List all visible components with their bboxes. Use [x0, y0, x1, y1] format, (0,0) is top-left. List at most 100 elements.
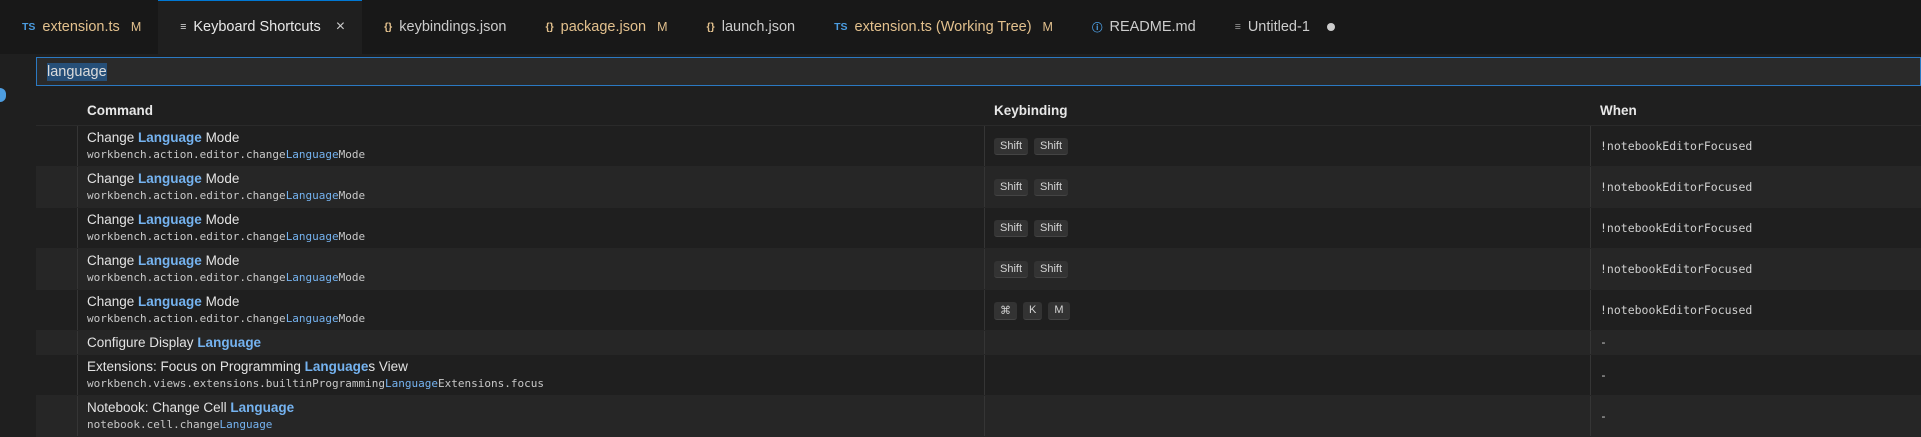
column-divider [1590, 249, 1591, 289]
file-type-icon: ≡ [1234, 21, 1241, 33]
table-row[interactable]: Change Language Mode workbench.action.edi… [36, 290, 1921, 331]
command-title-text: s View [368, 359, 408, 374]
keybinding: ⌘ K M [994, 302, 1070, 320]
git-status-badge: M [130, 20, 142, 34]
search-match-highlight: Language [138, 130, 202, 145]
table-row[interactable]: Change Language Mode workbench.action.edi… [36, 126, 1921, 167]
when-clause: - [1600, 335, 1607, 349]
column-divider [77, 249, 78, 289]
column-header-when[interactable]: When [1600, 103, 1637, 118]
table-row[interactable]: Change Language Mode workbench.action.edi… [36, 167, 1921, 208]
command-title: Change Language Mode [87, 253, 239, 268]
when-clause: !notebookEditorFocused [1600, 262, 1753, 276]
tab-label: keybindings.json [399, 19, 507, 35]
command-title-text: Change [87, 253, 139, 268]
column-header-command[interactable]: Command [87, 103, 153, 118]
search-input[interactable]: language [36, 57, 1921, 86]
search-input-value[interactable]: language [47, 62, 107, 81]
command-id-text: workbench.action.editor.change [87, 312, 286, 325]
command-id-text: workbench.action.editor.change [87, 148, 286, 161]
command-title-text: Change [87, 212, 139, 227]
key-cap: ⌘ [994, 302, 1017, 320]
command-title: Notebook: Change Cell Language [87, 400, 294, 415]
column-divider [984, 290, 985, 330]
column-header-keybinding[interactable]: Keybinding [994, 103, 1068, 118]
column-divider [984, 331, 985, 354]
when-clause: !notebookEditorFocused [1600, 139, 1753, 153]
column-divider [77, 331, 78, 354]
search-match-highlight: Language [285, 271, 339, 284]
key-cap: M [1048, 302, 1070, 320]
file-type-icon: {} [545, 21, 554, 33]
command-title: Change Language Mode [87, 171, 239, 186]
table-header: Command Keybinding When [36, 95, 1921, 126]
command-id-text: notebook.cell.change [87, 418, 220, 431]
command-title-text: Mode [201, 294, 240, 309]
search-match-highlight: Language [197, 335, 262, 350]
keybinding: Shift Shift [994, 138, 1069, 155]
column-divider [1590, 167, 1591, 207]
command-id: notebook.cell.changeLanguage [87, 418, 272, 431]
unsaved-dot-icon[interactable] [1326, 23, 1335, 31]
key-cap: Shift [994, 261, 1029, 278]
tab-label: package.json [560, 19, 647, 35]
column-divider [1590, 355, 1591, 395]
tab-1[interactable]: ≡ Keyboard Shortcuts × [158, 0, 363, 54]
table-row[interactable]: Extensions: Focus on Programming Languag… [36, 355, 1921, 396]
column-divider [1590, 396, 1591, 436]
tab-4[interactable]: {} launch.json [685, 0, 813, 54]
command-id-text: workbench.action.editor.change [87, 271, 286, 284]
search-match-highlight: Language [138, 171, 202, 186]
command-id-text: Mode [338, 148, 366, 161]
column-divider [984, 167, 985, 207]
tab-label: launch.json [721, 19, 796, 35]
tab-7[interactable]: ≡ Untitled-1 [1213, 0, 1352, 54]
key-cap: Shift [1034, 261, 1069, 278]
command-title: Change Language Mode [87, 130, 239, 145]
file-type-icon: ⓘ [1091, 21, 1103, 34]
table-row[interactable]: Notebook: Change Cell Language notebook.c… [36, 396, 1921, 437]
tab-6[interactable]: ⓘ README.md [1070, 0, 1213, 54]
tab-2[interactable]: {} keybindings.json [362, 0, 523, 54]
command-id-text: Mode [338, 271, 366, 284]
command-id-text: workbench.views.extensions.builtinProgra… [87, 377, 386, 390]
search-match-highlight: Language [138, 253, 202, 268]
search-match-highlight: Language [230, 400, 295, 415]
tab-label: Keyboard Shortcuts [193, 19, 321, 35]
column-divider [1590, 331, 1591, 354]
key-cap: Shift [1034, 179, 1069, 196]
command-id: workbench.action.editor.changeLanguageMo… [87, 189, 365, 202]
table-row[interactable]: Configure Display Language - [36, 331, 1921, 355]
tab-3[interactable]: {} package.json M [523, 0, 684, 54]
column-divider [1590, 126, 1591, 166]
column-divider [984, 249, 985, 289]
search-match-highlight: Language [385, 377, 438, 390]
key-cap: Shift [994, 138, 1029, 155]
column-divider [1590, 208, 1591, 248]
search-match-highlight: Language [285, 148, 339, 161]
table-row[interactable]: Change Language Mode workbench.action.edi… [36, 208, 1921, 249]
when-clause: - [1600, 368, 1607, 382]
table-row[interactable]: Change Language Mode workbench.action.edi… [36, 249, 1921, 290]
tab-0[interactable]: TS extension.ts M [0, 0, 158, 54]
column-divider [984, 355, 985, 395]
keyboard-shortcuts-editor: language Command Keybinding When Change … [0, 54, 1921, 437]
column-divider [984, 126, 985, 166]
tab-5[interactable]: TS extension.ts (Working Tree) M [812, 0, 1070, 54]
keybinding: Shift Shift [994, 261, 1069, 278]
git-status-badge: M [1042, 20, 1053, 34]
command-title-text: Change [87, 130, 139, 145]
search-match-highlight: Language [285, 230, 339, 243]
column-divider [77, 355, 78, 395]
close-icon[interactable]: × [336, 18, 345, 36]
command-id: workbench.action.editor.changeLanguageMo… [87, 312, 365, 325]
when-clause: !notebookEditorFocused [1600, 221, 1753, 235]
command-id-text: workbench.action.editor.change [87, 189, 286, 202]
column-divider [77, 290, 78, 330]
column-divider [984, 208, 985, 248]
file-type-icon: ≡ [180, 21, 187, 33]
command-title: Change Language Mode [87, 212, 239, 227]
file-type-icon: TS [834, 21, 848, 33]
key-cap: Shift [1034, 220, 1069, 237]
git-status-badge: M [657, 20, 668, 34]
